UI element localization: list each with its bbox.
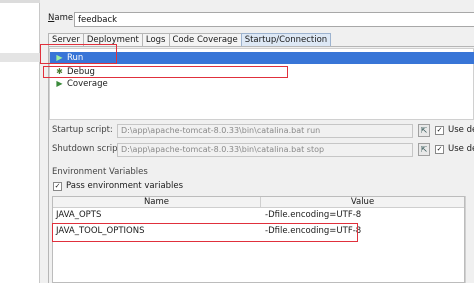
debug-icon: ✱ [56, 67, 63, 76]
tab-server[interactable]: Server [48, 33, 84, 46]
name-label: Name: [48, 13, 76, 23]
tab-logs[interactable]: Logs [141, 33, 170, 46]
mode-label: Run [67, 53, 84, 63]
env-value-cell: -Dfile.encoding=UTF-8 [265, 226, 362, 236]
shutdown-default-label: Use def [448, 144, 474, 154]
env-table-header: Name Value [53, 197, 464, 208]
mode-label: Coverage [67, 79, 108, 89]
column-header-name[interactable]: Name [53, 197, 261, 208]
env-table-scrollbar[interactable] [465, 196, 474, 283]
shutdown-script-input[interactable]: D:\app\apache-tomcat-8.0.33\bin\catalina… [117, 143, 413, 157]
pass-env-checkbox[interactable]: ✓ [53, 182, 62, 191]
env-name-cell: JAVA_OPTS [56, 210, 102, 220]
env-name-cell: JAVA_TOOL_OPTIONS [56, 226, 145, 236]
left-panel-selected-item[interactable] [0, 53, 40, 62]
settings-tree-panel[interactable] [0, 0, 40, 283]
name-input[interactable] [74, 12, 474, 27]
startup-script-label: Startup script: [52, 125, 113, 135]
mode-item-run[interactable]: ▶ Run [50, 52, 474, 64]
shutdown-script-label: Shutdown script: [52, 144, 124, 154]
tab-code-coverage[interactable]: Code Coverage [168, 33, 242, 46]
coverage-icon: ▶ [56, 79, 63, 88]
env-table: Name Value JAVA_OPTS -Dfile.encoding=UTF… [52, 196, 465, 283]
table-row[interactable]: JAVA_OPTS -Dfile.encoding=UTF-8 [53, 209, 464, 221]
column-header-value[interactable]: Value [261, 197, 464, 208]
left-panel-header [0, 0, 40, 3]
shutdown-default-checkbox[interactable]: ✓ [435, 145, 444, 154]
mode-item-coverage[interactable]: ▶ Coverage [50, 78, 474, 90]
table-row[interactable]: JAVA_TOOL_OPTIONS -Dfile.encoding=UTF-8 [53, 225, 464, 237]
startup-browse-icon[interactable]: ⇱ [418, 124, 430, 137]
env-section-title: Environment Variables [52, 167, 148, 177]
startup-script-input[interactable]: D:\app\apache-tomcat-8.0.33\bin\catalina… [117, 124, 413, 138]
startup-default-checkbox[interactable]: ✓ [435, 126, 444, 135]
shutdown-browse-icon[interactable]: ⇱ [418, 143, 430, 156]
startup-default-label: Use def [448, 125, 474, 135]
env-value-cell: -Dfile.encoding=UTF-8 [265, 210, 362, 220]
tab-deployment[interactable]: Deployment [82, 33, 143, 46]
mode-label: Debug [67, 67, 95, 77]
mode-item-debug[interactable]: ✱ Debug [50, 66, 474, 78]
config-tabs: Server Deployment Logs Code Coverage Sta… [48, 33, 332, 47]
mode-list[interactable]: ▶ Run ✱ Debug ▶ Coverage [49, 48, 474, 120]
run-icon: ▶ [56, 53, 63, 62]
tab-startup-connection[interactable]: Startup/Connection [240, 33, 332, 47]
pass-env-label: Pass environment variables [66, 181, 184, 191]
